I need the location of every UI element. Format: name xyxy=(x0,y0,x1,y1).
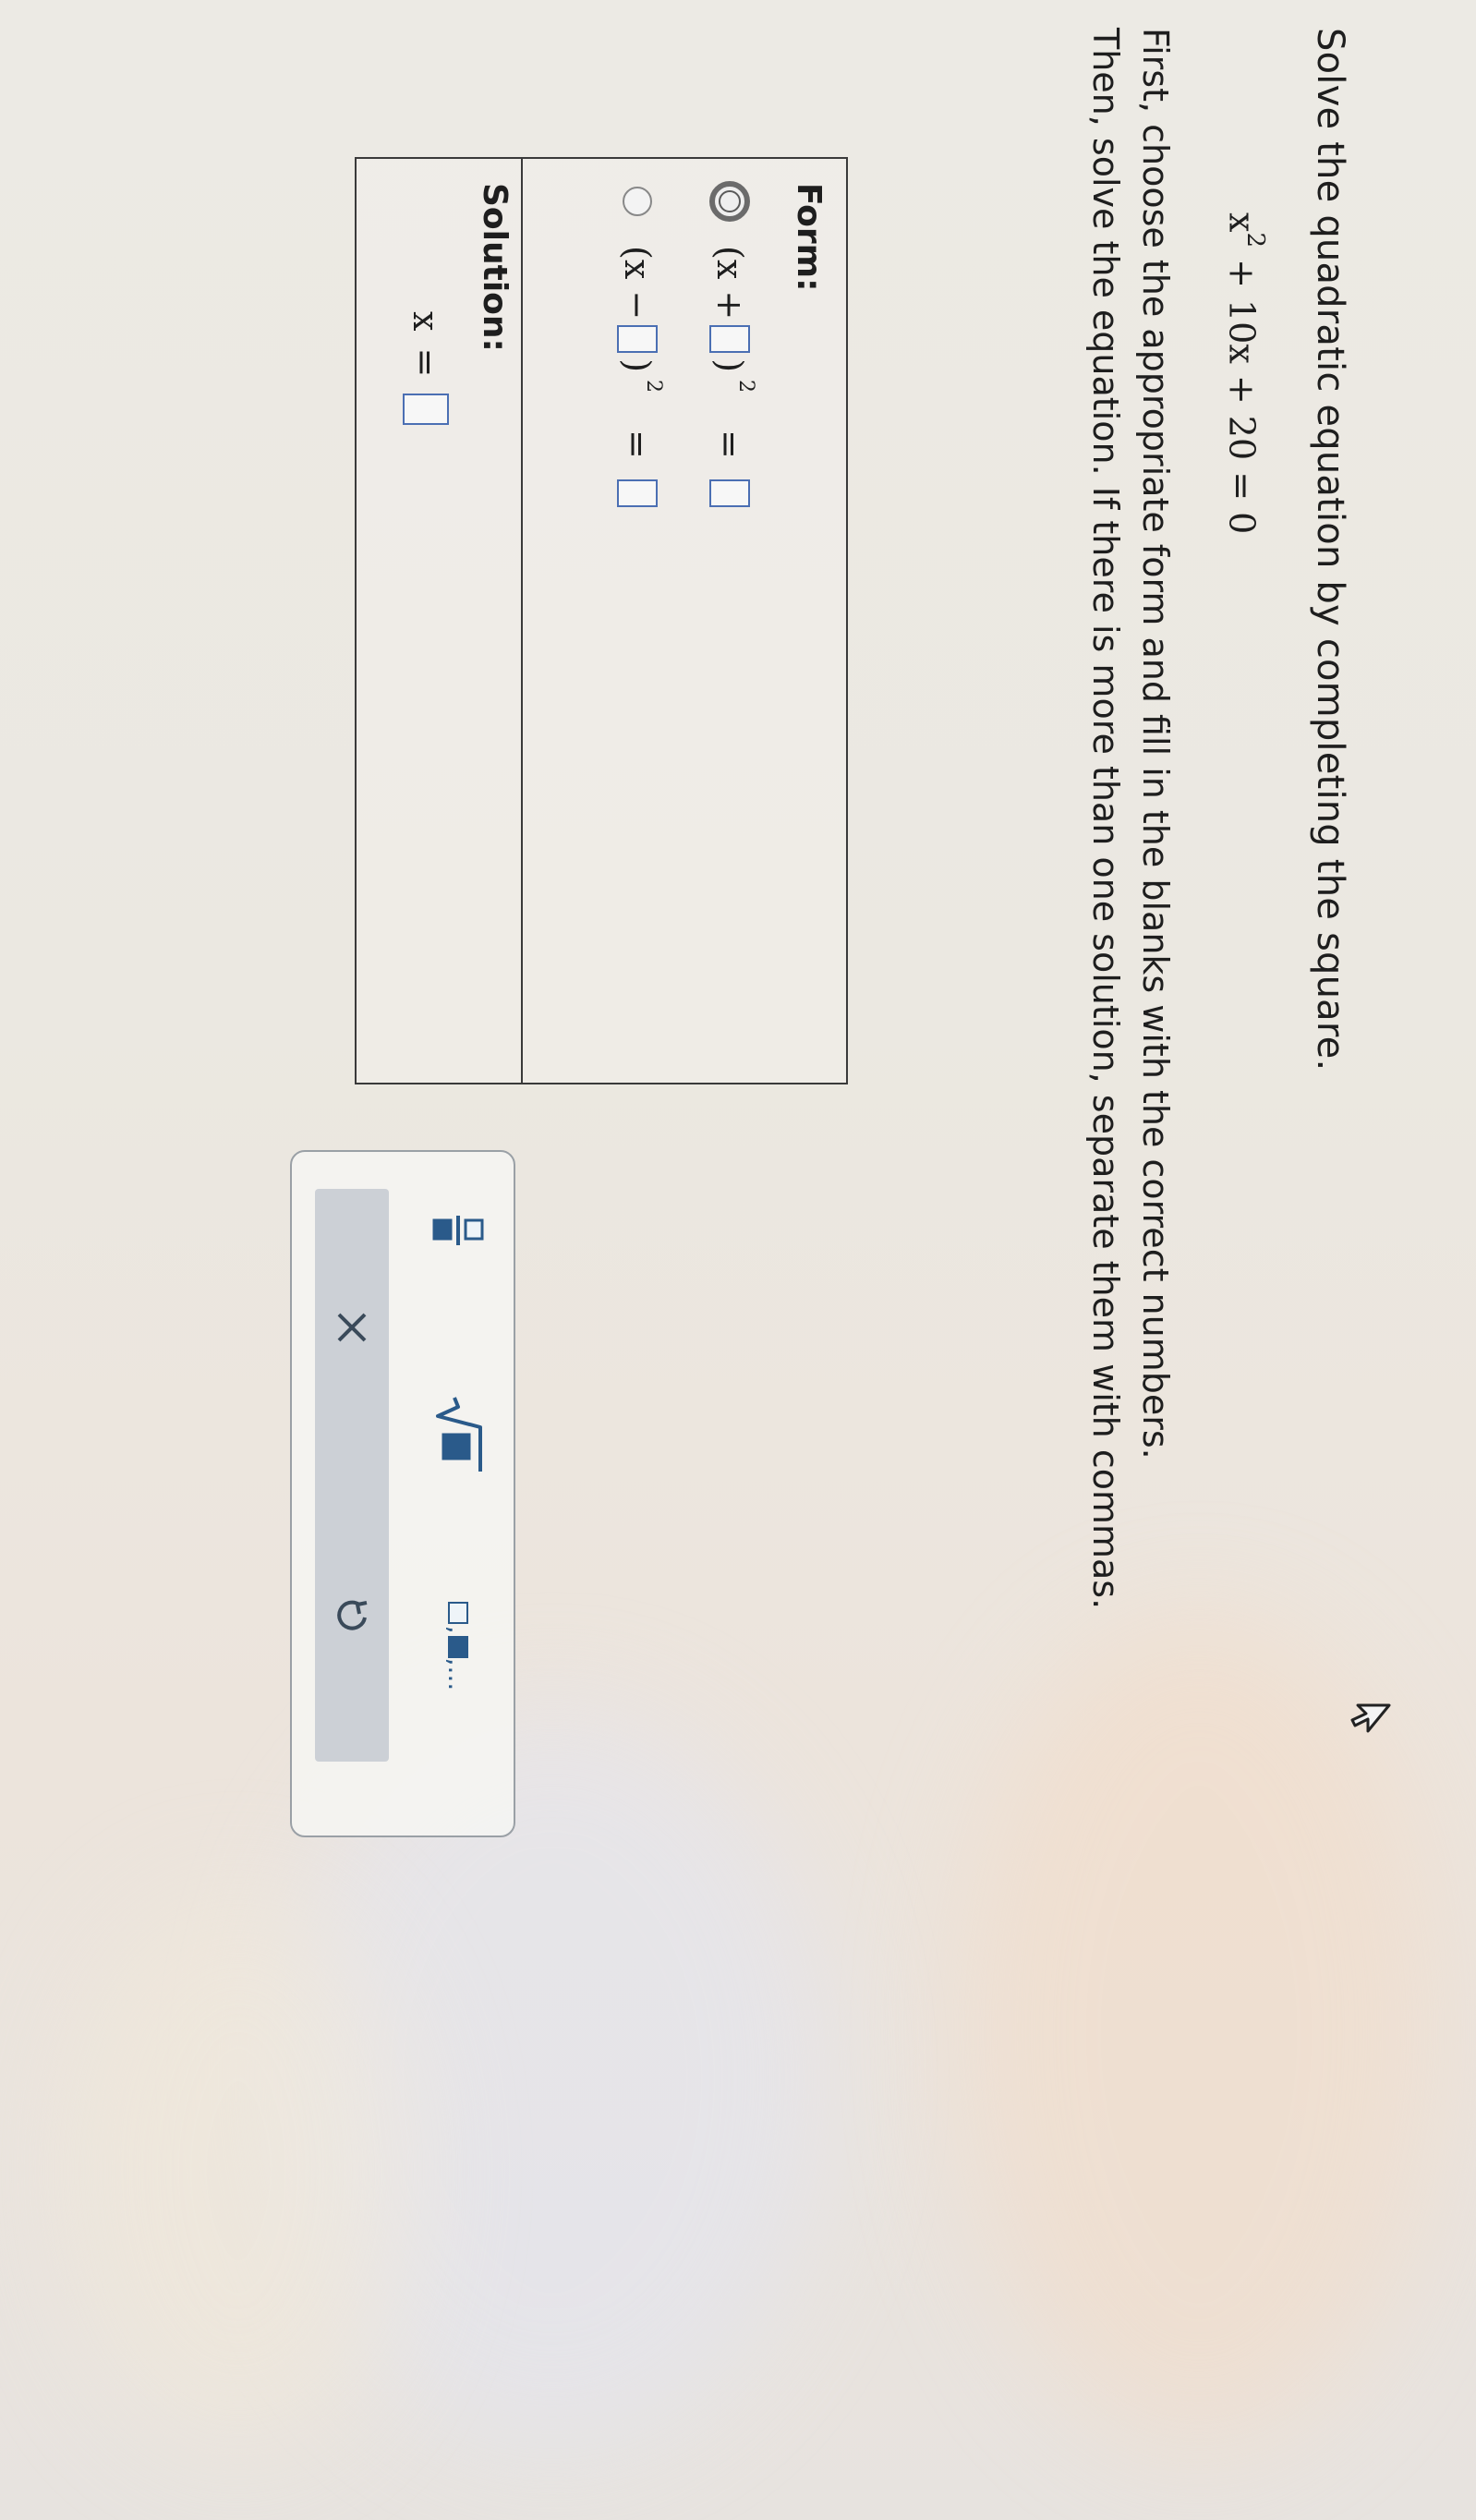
equation-rest: + 10x + 20 = 0 xyxy=(1221,259,1263,535)
problem-equation: x2 + 10x + 20 = 0 xyxy=(1221,212,1269,535)
blank-input-rhs[interactable] xyxy=(617,479,658,507)
option-exponent: 2 xyxy=(642,380,666,394)
solution-input[interactable] xyxy=(403,394,449,426)
list-button[interactable]: , ,... xyxy=(430,1600,486,1692)
blank-input-inner[interactable] xyxy=(709,325,750,354)
blank-input-inner[interactable] xyxy=(617,325,658,354)
math-toolbar: , ,... xyxy=(290,1150,515,1837)
problem-title: Solve the quadratic equation by completi… xyxy=(1309,28,1351,1072)
clear-icon xyxy=(337,1313,367,1342)
solution-row: x = xyxy=(403,311,449,426)
instructions-line-2: Then, solve the equation. If there is mo… xyxy=(1085,28,1126,1610)
fraction-button[interactable] xyxy=(430,1203,486,1258)
answer-box: Form: (x + ) 2 = (x − ) 2 = Solution: x = xyxy=(355,157,848,1084)
list-ellipsis: ,... xyxy=(442,1657,474,1691)
form-option-minus[interactable]: (x − ) 2 = xyxy=(610,187,666,507)
option-suffix: ) xyxy=(617,358,658,373)
radio-button[interactable] xyxy=(623,187,652,216)
option-exponent: 2 xyxy=(734,380,758,394)
equation-base: x xyxy=(1221,212,1263,233)
screen: Solve the quadratic equation by completi… xyxy=(0,0,1476,2520)
form-label: Form: xyxy=(790,183,828,292)
solution-label: Solution: xyxy=(476,183,514,352)
clear-button[interactable] xyxy=(315,1189,389,1466)
solution-equals: = xyxy=(405,347,446,378)
screen-glare xyxy=(63,1894,414,2448)
option-equals: = xyxy=(709,430,750,459)
section-divider xyxy=(521,159,523,1083)
sqrt-icon xyxy=(436,1397,482,1472)
option-prefix: (x + xyxy=(709,246,750,321)
undo-icon xyxy=(337,1600,368,1630)
list-box-icon xyxy=(448,1601,468,1624)
instructions-line-1: First, choose the appropriate form and f… xyxy=(1135,28,1176,1460)
equation-exponent: 2 xyxy=(1241,232,1269,248)
form-option-plus[interactable]: (x + ) 2 = xyxy=(702,181,758,507)
blank-input-rhs[interactable] xyxy=(709,479,750,507)
option-suffix: ) xyxy=(709,358,750,373)
square-root-button[interactable] xyxy=(430,1392,486,1475)
list-comma: , xyxy=(442,1625,474,1634)
option-prefix: (x − xyxy=(617,246,658,321)
mouse-pointer-icon xyxy=(1350,1703,1391,1733)
undo-button[interactable] xyxy=(315,1466,389,1762)
solution-variable: x xyxy=(405,311,446,332)
radio-button-selected[interactable] xyxy=(709,181,750,222)
fraction-icon xyxy=(432,1216,484,1245)
option-equals: = xyxy=(617,430,658,459)
instructions: First, choose the appropriate form and f… xyxy=(1081,28,1180,2520)
toolbar-action-row xyxy=(315,1189,389,1762)
list-box-icon xyxy=(448,1635,468,1658)
